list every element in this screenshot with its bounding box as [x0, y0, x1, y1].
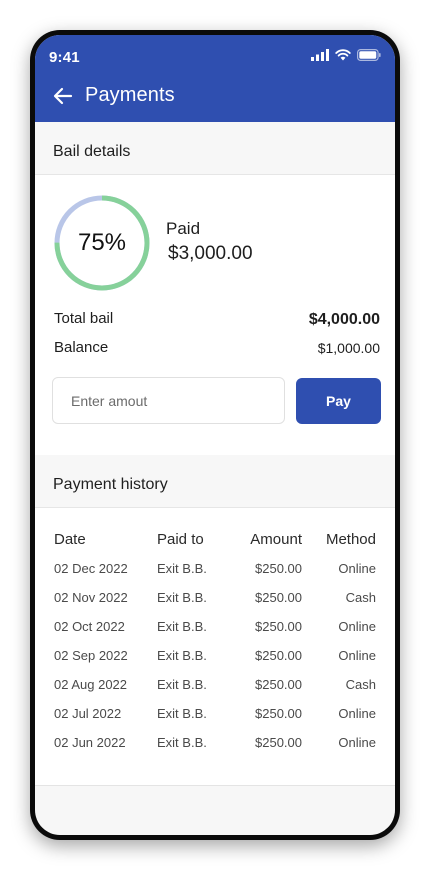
payment-paid-to: Exit B.B.: [157, 590, 207, 605]
payment-amount: $250.00: [255, 561, 302, 576]
bail-details-heading: Bail details: [35, 122, 395, 175]
wifi-icon: [335, 49, 351, 61]
payment-row: 02 Aug 2022 Exit B.B. $250.00 Cash: [35, 677, 395, 697]
app-screen: 9:41 Payments Bail details 75% Paid $3,0…: [35, 35, 395, 835]
payment-date: 02 Sep 2022: [54, 648, 128, 663]
payment-date: 02 Jun 2022: [54, 735, 126, 750]
payment-amount: $250.00: [255, 648, 302, 663]
payment-row: 02 Sep 2022 Exit B.B. $250.00 Online: [35, 648, 395, 668]
total-bail-label: Total bail: [54, 310, 114, 327]
payment-paid-to: Exit B.B.: [157, 619, 207, 634]
page-title: Payments: [85, 84, 175, 106]
payment-history-heading: Payment history: [35, 455, 395, 508]
history-header-row: Date Paid to Amount Method: [35, 531, 395, 551]
payment-amount: $250.00: [255, 590, 302, 605]
payment-amount: $250.00: [255, 677, 302, 692]
paid-progress-ring: 75%: [53, 194, 151, 292]
payment-method: Online: [338, 648, 376, 663]
payment-history-card: Payment history Date Paid to Amount Method 0…: [35, 455, 395, 786]
payment-paid-to: Exit B.B.: [157, 706, 207, 721]
payment-amount: $250.00: [255, 735, 302, 750]
payment-date: 02 Dec 2022: [54, 561, 128, 576]
status-icons: [311, 49, 381, 61]
payment-paid-to: Exit B.B.: [157, 648, 207, 663]
payment-method: Cash: [345, 590, 376, 605]
payment-row: 02 Oct 2022 Exit B.B. $250.00 Online: [35, 619, 395, 639]
payment-date: 02 Jul 2022: [54, 706, 122, 721]
battery-icon: [357, 49, 381, 61]
column-method-header: Method: [325, 531, 376, 548]
payment-paid-to: Exit B.B.: [157, 677, 207, 692]
payment-date: 02 Nov 2022: [54, 590, 128, 605]
payment-method: Cash: [345, 677, 376, 692]
app-bar: 9:41 Payments: [35, 35, 395, 122]
paid-percent: 75%: [77, 229, 127, 256]
payment-date: 02 Oct 2022: [54, 619, 125, 634]
column-paid-to-header: Paid to: [157, 531, 204, 548]
column-date-header: Date: [54, 531, 86, 548]
payment-amount: $250.00: [255, 706, 302, 721]
payment-method: Online: [338, 735, 376, 750]
payment-paid-to: Exit B.B.: [157, 735, 207, 750]
amount-input[interactable]: [52, 377, 285, 424]
back-arrow-icon[interactable]: [51, 84, 75, 108]
status-time: 9:41: [49, 49, 80, 66]
bail-details-card: Bail details 75% Paid $3,000.00 Total ba…: [35, 122, 395, 456]
phone-frame: 9:41 Payments Bail details 75% Paid $3,0…: [30, 30, 400, 840]
signal-icon: [311, 49, 329, 61]
balance-label: Balance: [54, 339, 109, 356]
paid-amount: $3,000.00: [168, 243, 253, 264]
payment-method: Online: [338, 706, 376, 721]
payment-row: 02 Jun 2022 Exit B.B. $250.00 Online: [35, 735, 395, 755]
payment-row: 02 Dec 2022 Exit B.B. $250.00 Online: [35, 561, 395, 581]
payment-paid-to: Exit B.B.: [157, 561, 207, 576]
payment-amount: $250.00: [255, 619, 302, 634]
total-bail-value: $4,000.00: [308, 311, 380, 328]
payment-row: 02 Nov 2022 Exit B.B. $250.00 Cash: [35, 590, 395, 610]
column-amount-header: Amount: [250, 531, 302, 548]
paid-label: Paid: [166, 219, 201, 238]
payment-method: Online: [338, 561, 376, 576]
payment-date: 02 Aug 2022: [54, 677, 128, 692]
payment-row: 02 Jul 2022 Exit B.B. $250.00 Online: [35, 706, 395, 726]
pay-button[interactable]: Pay: [296, 378, 381, 424]
payment-method: Online: [338, 619, 376, 634]
balance-value: $1,000.00: [317, 340, 380, 356]
